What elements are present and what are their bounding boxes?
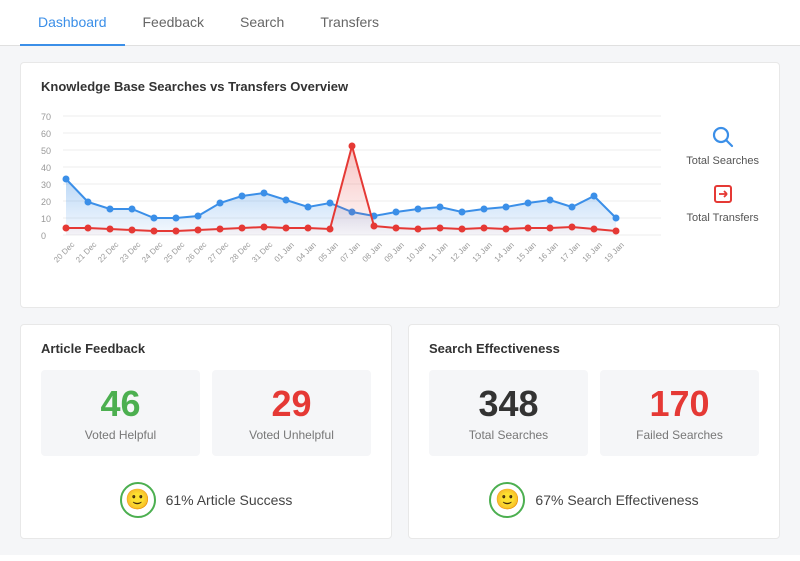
voted-helpful-number: 46 [51, 384, 190, 424]
chart-svg: 70 60 50 40 30 20 10 0 [41, 106, 661, 286]
chart-title: Knowledge Base Searches vs Transfers Ove… [41, 79, 759, 94]
svg-text:31 Dec: 31 Dec [250, 240, 274, 264]
search-effectiveness-percent: 67% [535, 492, 563, 508]
total-searches-box: 348 Total Searches [429, 370, 588, 456]
search-effectiveness-panel: Search Effectiveness 348 Total Searches … [408, 324, 780, 539]
svg-text:01 Jan: 01 Jan [273, 241, 296, 264]
svg-text:05 Jan: 05 Jan [317, 241, 340, 264]
svg-text:20: 20 [41, 197, 51, 207]
svg-text:18 Jan: 18 Jan [581, 241, 604, 264]
failed-searches-box: 170 Failed Searches [600, 370, 759, 456]
voted-helpful-label: Voted Helpful [51, 428, 190, 442]
article-feedback-panel: Article Feedback 46 Voted Helpful 29 Vot… [20, 324, 392, 539]
svg-text:08 Jan: 08 Jan [361, 241, 384, 264]
svg-text:25 Dec: 25 Dec [162, 240, 186, 264]
article-smiley-icon: 🙂 [120, 482, 156, 518]
svg-text:04 Jan: 04 Jan [295, 241, 318, 264]
svg-text:19 Jan: 19 Jan [603, 241, 626, 264]
legend-total-transfers: Total Transfers [686, 183, 759, 224]
svg-text:27 Dec: 27 Dec [206, 240, 230, 264]
svg-text:28 Dec: 28 Dec [228, 240, 252, 264]
svg-text:0: 0 [41, 231, 46, 241]
tab-transfers[interactable]: Transfers [302, 0, 397, 46]
voted-unhelpful-label: Voted Unhelpful [222, 428, 361, 442]
tab-feedback[interactable]: Feedback [125, 0, 222, 46]
article-feedback-stats: 46 Voted Helpful 29 Voted Unhelpful [41, 370, 371, 456]
svg-text:13 Jan: 13 Jan [471, 241, 494, 264]
svg-text:50: 50 [41, 146, 51, 156]
svg-text:30: 30 [41, 180, 51, 190]
article-success-row: 🙂 61% Article Success [41, 472, 371, 522]
svg-text:07 Jan: 07 Jan [339, 241, 362, 264]
svg-text:26 Dec: 26 Dec [184, 240, 208, 264]
article-success-text: 61% Article Success [166, 492, 293, 508]
legend-total-transfers-label: Total Transfers [687, 212, 759, 224]
search-effectiveness-text: 67% Search Effectiveness [535, 492, 698, 508]
total-searches-number: 348 [439, 384, 578, 424]
failed-searches-number: 170 [610, 384, 749, 424]
svg-text:10 Jan: 10 Jan [405, 241, 428, 264]
search-effectiveness-label: Search Effectiveness [567, 492, 698, 508]
app-container: Dashboard Feedback Search Transfers Know… [0, 0, 800, 561]
svg-text:60: 60 [41, 129, 51, 139]
svg-text:40: 40 [41, 163, 51, 173]
svg-text:11 Jan: 11 Jan [427, 241, 450, 264]
voted-helpful-box: 46 Voted Helpful [41, 370, 200, 456]
legend-total-searches-label: Total Searches [686, 155, 759, 167]
main-content: Knowledge Base Searches vs Transfers Ove… [0, 46, 800, 555]
svg-text:24 Dec: 24 Dec [140, 240, 164, 264]
svg-text:16 Jan: 16 Jan [537, 241, 560, 264]
chart-card: Knowledge Base Searches vs Transfers Ove… [20, 62, 780, 308]
chart-svg-wrap: 70 60 50 40 30 20 10 0 [41, 106, 670, 291]
search-effectiveness-row: 🙂 67% Search Effectiveness [429, 472, 759, 522]
article-success-label: Article Success [197, 492, 293, 508]
search-icon [712, 126, 734, 151]
svg-text:23 Dec: 23 Dec [118, 240, 142, 264]
voted-unhelpful-box: 29 Voted Unhelpful [212, 370, 371, 456]
article-success-percent: 61% [166, 492, 194, 508]
svg-text:09 Jan: 09 Jan [383, 241, 406, 264]
svg-text:15 Jan: 15 Jan [515, 241, 538, 264]
svg-text:22 Dec: 22 Dec [96, 240, 120, 264]
search-effectiveness-stats: 348 Total Searches 170 Failed Searches [429, 370, 759, 456]
total-searches-label: Total Searches [439, 428, 578, 442]
tab-dashboard[interactable]: Dashboard [20, 0, 125, 46]
tab-search[interactable]: Search [222, 0, 302, 46]
search-effectiveness-title: Search Effectiveness [429, 341, 759, 356]
legend-total-searches: Total Searches [686, 126, 759, 167]
tabs-bar: Dashboard Feedback Search Transfers [0, 0, 800, 46]
svg-text:17 Jan: 17 Jan [559, 241, 582, 264]
transfer-icon [712, 183, 734, 208]
article-feedback-title: Article Feedback [41, 341, 371, 356]
search-smiley-icon: 🙂 [489, 482, 525, 518]
voted-unhelpful-number: 29 [222, 384, 361, 424]
chart-area: 70 60 50 40 30 20 10 0 [41, 106, 759, 291]
svg-text:10: 10 [41, 214, 51, 224]
svg-text:70: 70 [41, 112, 51, 122]
svg-text:20 Dec: 20 Dec [52, 240, 76, 264]
panels-row: Article Feedback 46 Voted Helpful 29 Vot… [20, 324, 780, 539]
svg-text:14 Jan: 14 Jan [493, 241, 516, 264]
failed-searches-label: Failed Searches [610, 428, 749, 442]
svg-text:21 Dec: 21 Dec [74, 240, 98, 264]
chart-legend: Total Searches Total Transfers [670, 106, 759, 224]
svg-text:12 Jan: 12 Jan [449, 241, 472, 264]
